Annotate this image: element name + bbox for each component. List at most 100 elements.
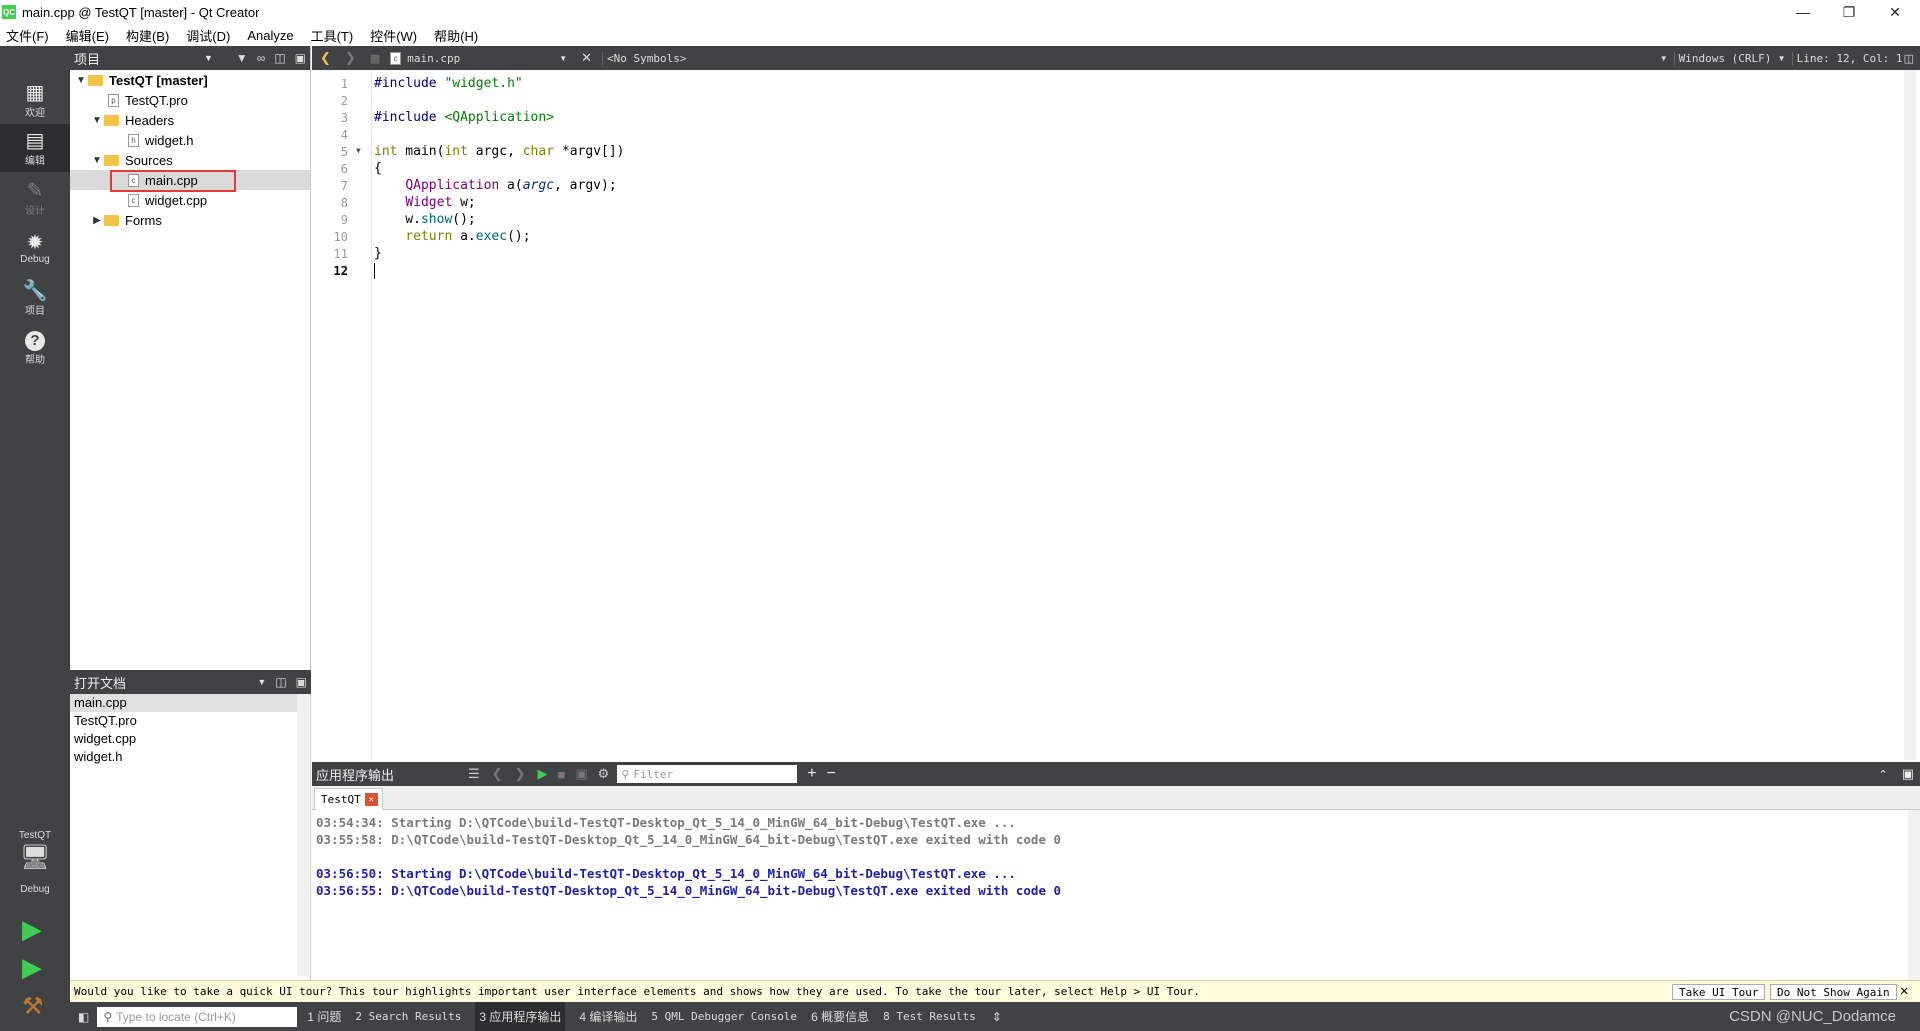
chevron-down-icon[interactable]: ▼ — [1778, 54, 1786, 63]
chevron-down-icon[interactable]: ▼ — [90, 115, 104, 126]
gear-icon[interactable]: ⚙ — [598, 766, 610, 782]
take-ui-tour-button[interactable]: Take UI Tour — [1672, 984, 1766, 1000]
menu-help[interactable]: 帮助(H) — [434, 26, 478, 45]
menu-tools[interactable]: 工具(T) — [311, 26, 354, 45]
fold-arrow-icon[interactable]: ▼ — [356, 146, 361, 155]
output-line: 03:54:34: Starting D:\QTCode\build-TestQ… — [316, 815, 1016, 830]
line-number: 1 — [340, 77, 348, 91]
tree-item-widget-cpp[interactable]: c widget.cpp — [70, 190, 310, 210]
split-icon[interactable]: ◫ — [275, 675, 286, 689]
close-pane-icon[interactable]: ▣ — [296, 675, 307, 689]
run-icon[interactable]: ▶ — [22, 914, 42, 945]
chevron-down-icon[interactable]: ▼ — [1660, 54, 1668, 63]
tree-item-project[interactable]: ▼ TestQT [master] — [70, 70, 310, 90]
chevron-down-icon[interactable]: ▼ — [90, 155, 104, 166]
build-hammer-icon[interactable]: ⚒ — [22, 992, 44, 1021]
chevron-down-icon[interactable]: ▼ — [74, 75, 88, 86]
kit-selector-icon[interactable]: 🖥 — [20, 846, 50, 870]
pane-issues[interactable]: 1 问题 — [307, 1008, 341, 1025]
maximize-pane-icon[interactable]: ⌃ — [1878, 768, 1887, 781]
rerun-icon[interactable]: ▶ — [537, 766, 547, 782]
toggle-sidebar-icon[interactable]: ◧ — [78, 1010, 89, 1024]
debug-run-icon[interactable]: ▶ — [22, 952, 42, 983]
scrollbar[interactable] — [1904, 70, 1916, 760]
chevron-right-icon[interactable]: ▶ — [90, 215, 104, 226]
output-filter-input[interactable]: Filter — [633, 768, 673, 781]
mode-label: 编辑 — [25, 155, 45, 167]
forward-icon[interactable]: ❯ — [515, 766, 526, 782]
mode-debug[interactable]: ✹ Debug — [0, 224, 70, 272]
code-line: int main(int argc, char *argv[]) — [374, 144, 625, 159]
keyword: int — [374, 144, 398, 159]
tree-item-pro-file[interactable]: p TestQT.pro — [70, 90, 310, 110]
pane-compile-output[interactable]: 4 编译输出 — [579, 1008, 637, 1025]
mode-welcome[interactable]: ▦ 欢迎 — [0, 76, 70, 124]
output-tab-testqt[interactable]: TestQT ✕ — [314, 788, 383, 810]
open-doc-item[interactable]: widget.h — [70, 748, 311, 766]
grid-icon: ▦ — [25, 81, 45, 104]
output-line: 03:55:58: D:\QTCode\build-TestQT-Desktop… — [316, 832, 1062, 847]
chevron-down-icon[interactable]: ▼ — [257, 677, 266, 687]
close-icon[interactable]: ✕ — [1872, 0, 1918, 24]
menu-widgets[interactable]: 控件(W) — [370, 26, 417, 45]
status-bar: ◧ ⚲ Type to locate (Ctrl+K) 1 问题 2 Searc… — [70, 1002, 1920, 1031]
close-pane-icon[interactable]: ▣ — [1902, 766, 1914, 782]
close-infobar-icon[interactable]: ✕ — [1900, 983, 1908, 999]
menu-build[interactable]: 构建(B) — [126, 26, 169, 45]
symbols-selector[interactable]: <No Symbols> — [602, 51, 687, 65]
open-doc-item[interactable]: main.cpp — [70, 694, 297, 712]
open-doc-item[interactable]: widget.cpp — [70, 730, 311, 748]
ui-tour-infobar: Would you like to take a quick UI tour? … — [70, 980, 1920, 1002]
minimize-icon[interactable]: — — [1780, 0, 1826, 24]
close-document-icon[interactable]: ✕ — [581, 50, 592, 66]
open-doc-item[interactable]: TestQT.pro — [70, 712, 311, 730]
tree-item-forms[interactable]: ▶ Forms — [70, 210, 310, 230]
zoom-in-icon[interactable]: + — [807, 765, 816, 783]
mode-design[interactable]: ✎ 设计 — [0, 174, 70, 222]
back-icon[interactable]: ❮ — [492, 766, 503, 782]
close-pane-icon[interactable]: ▣ — [295, 51, 306, 65]
view-dropdown-icon[interactable]: ▼ — [204, 53, 213, 63]
mode-projects[interactable]: 🔧 项目 — [0, 274, 70, 322]
preprocessor: #include — [374, 110, 445, 125]
tree-item-sources[interactable]: ▼ Sources — [70, 150, 310, 170]
scrollbar[interactable] — [297, 694, 309, 976]
do-not-show-again-button[interactable]: Do Not Show Again — [1770, 984, 1897, 1000]
scrollbar[interactable] — [1908, 810, 1920, 980]
close-tab-icon[interactable]: ✕ — [364, 793, 378, 806]
pane-general-messages[interactable]: 6 概要信息 — [811, 1008, 869, 1025]
split-icon[interactable]: ◫ — [1904, 52, 1914, 65]
tree-item-widget-h[interactable]: h widget.h — [70, 130, 310, 150]
code-text: (); — [507, 229, 531, 244]
code-editor[interactable]: #include "widget.h" #include <QApplicati… — [374, 70, 1916, 760]
menu-debug[interactable]: 调试(D) — [186, 26, 230, 45]
more-panes-icon[interactable]: ⇕ — [992, 1010, 1002, 1024]
back-icon[interactable]: ❮ — [320, 50, 331, 66]
attach-icon[interactable]: ☰ — [468, 766, 480, 782]
link-icon[interactable]: ∞ — [257, 51, 266, 65]
filter-icon[interactable]: ▼ — [236, 51, 248, 65]
forward-icon[interactable]: ❯ — [345, 50, 356, 66]
chevron-down-icon[interactable]: ▼ — [559, 54, 567, 63]
cursor-position[interactable]: Line: 12, Col: 1 — [1791, 51, 1904, 65]
tree-item-headers[interactable]: ▼ Headers — [70, 110, 310, 130]
menu-analyze[interactable]: Analyze — [247, 28, 293, 43]
mode-edit[interactable]: ▤ 编辑 — [0, 124, 70, 172]
encoding-selector[interactable]: Windows (CRLF) — [1673, 51, 1778, 65]
pane-qml-debugger-console[interactable]: 5 QML Debugger Console — [651, 1010, 797, 1023]
menu-edit[interactable]: 编辑(E) — [66, 26, 109, 45]
debug-attach-icon[interactable]: ▣ — [575, 766, 587, 782]
highlight-box — [110, 170, 236, 192]
stop-icon[interactable]: ■ — [557, 767, 565, 782]
editor-file-selector[interactable]: main.cpp — [407, 52, 567, 65]
zoom-out-icon[interactable]: − — [827, 765, 836, 783]
pane-search-results[interactable]: 2 Search Results — [355, 1010, 461, 1023]
menu-file[interactable]: 文件(F) — [6, 26, 49, 45]
restore-icon[interactable]: ❐ — [1826, 0, 1872, 24]
pane-test-results[interactable]: 8 Test Results — [883, 1010, 976, 1023]
mode-help[interactable]: ? 帮助 — [0, 324, 70, 372]
split-icon[interactable]: ◫ — [274, 51, 285, 65]
locator-input[interactable]: ⚲ Type to locate (Ctrl+K) — [97, 1006, 298, 1027]
pane-application-output[interactable]: 3 应用程序输出 — [475, 1002, 566, 1031]
